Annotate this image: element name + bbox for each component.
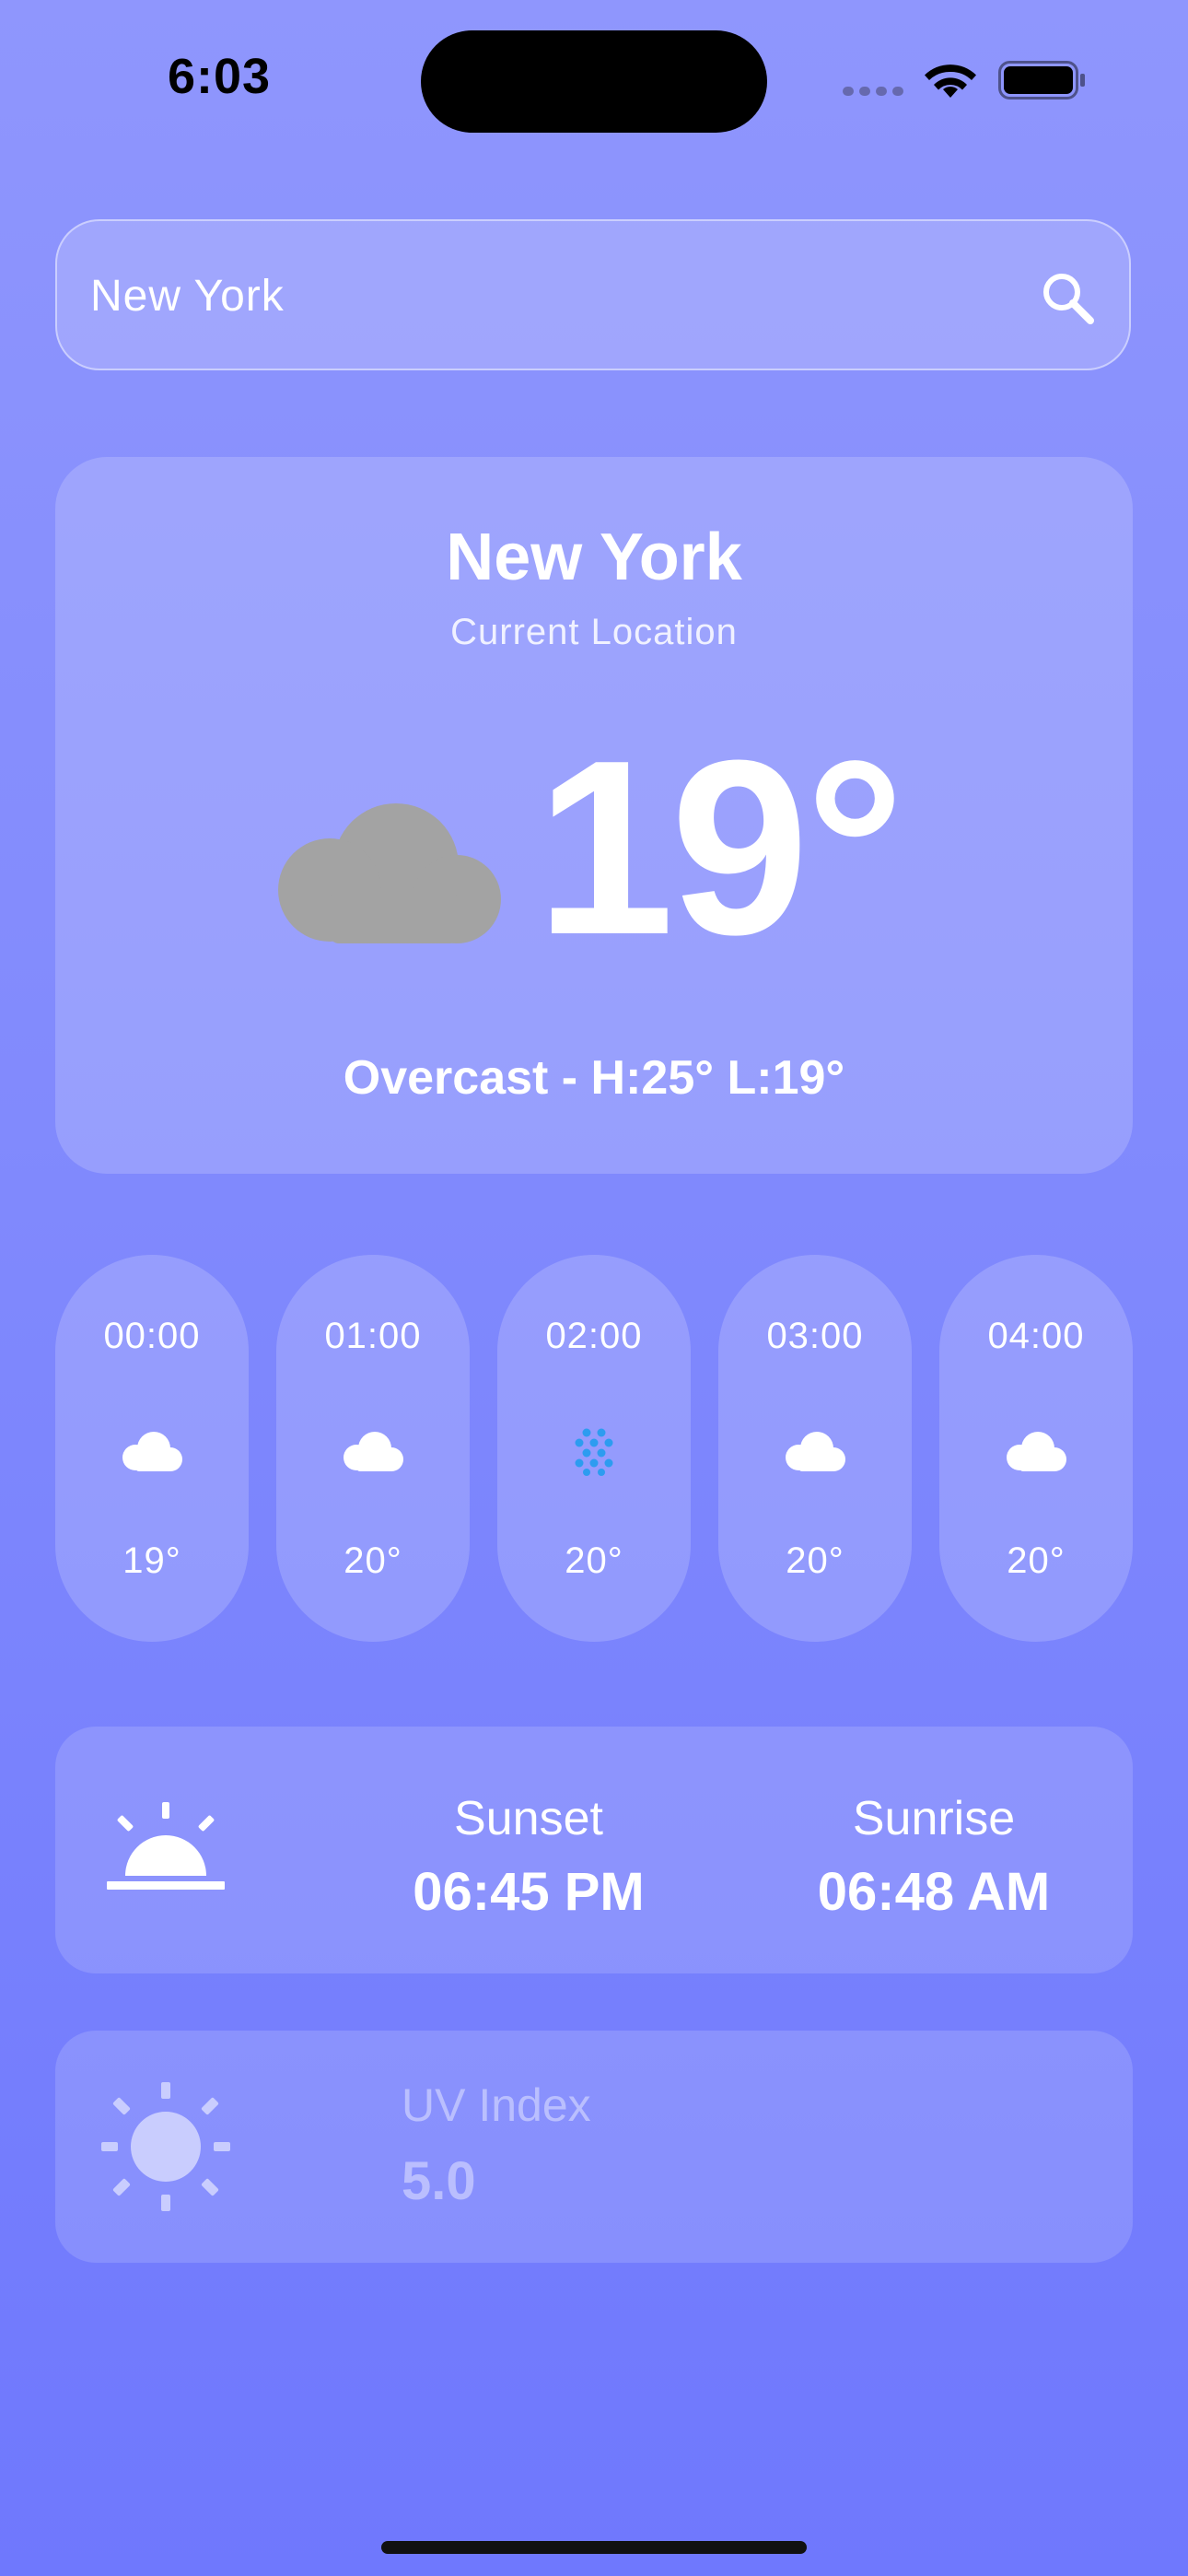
cloud-icon <box>278 803 501 943</box>
current-weather-card: New York Current Location 19° Overcast -… <box>55 457 1133 1174</box>
condition-summary: Overcast - H:25° L:19° <box>343 1051 845 1105</box>
hourly-item[interactable]: 02:00 20° <box>497 1255 691 1642</box>
hour-temperature: 20° <box>565 1540 623 1581</box>
hour-temperature: 20° <box>786 1540 844 1581</box>
location-label: Current Location <box>450 612 738 652</box>
cloud-icon <box>1007 1432 1066 1471</box>
status-bar: 6:03 <box>0 0 1188 157</box>
hour-temperature: 20° <box>1007 1540 1066 1581</box>
sunrise-label: Sunrise <box>852 1792 1016 1845</box>
sunset-time: 06:45 PM <box>413 1862 645 1922</box>
sun-times-card: Sunset 06:45 PM Sunrise 06:48 AM <box>55 1727 1133 1973</box>
sunrise-block: Sunrise 06:48 AM <box>750 1727 1118 1973</box>
uv-index-value: 5.0 <box>402 2151 476 2211</box>
search-icon[interactable] <box>1039 269 1100 330</box>
uv-index-card: UV Index 5.0 <box>55 2031 1133 2263</box>
dynamic-island <box>421 30 767 133</box>
city-name: New York <box>446 521 742 594</box>
hour-time: 01:00 <box>324 1316 422 1356</box>
search-bar[interactable] <box>55 219 1131 370</box>
sunset-label: Sunset <box>454 1792 603 1845</box>
uv-index-label: UV Index <box>402 2079 591 2131</box>
sunrise-time: 06:48 AM <box>817 1862 1051 1922</box>
hourly-forecast[interactable]: 00:00 19° 01:00 20° 02:00 20° 03:00 20° … <box>55 1255 1133 1642</box>
hourly-item[interactable]: 00:00 19° <box>55 1255 249 1642</box>
drizzle-icon <box>575 1428 613 1476</box>
hourly-item[interactable]: 03:00 20° <box>718 1255 912 1642</box>
hour-temperature: 19° <box>122 1540 181 1581</box>
sun-icon <box>101 2082 230 2211</box>
home-indicator[interactable] <box>381 2541 807 2554</box>
hour-time: 04:00 <box>987 1316 1085 1356</box>
cellular-signal-icon <box>843 87 905 96</box>
hour-time: 02:00 <box>545 1316 643 1356</box>
sunset-block: Sunset 06:45 PM <box>344 1727 713 1973</box>
hourly-item[interactable]: 04:00 20° <box>939 1255 1133 1642</box>
status-time: 6:03 <box>168 49 272 104</box>
search-input[interactable] <box>90 267 1011 324</box>
hour-time: 00:00 <box>103 1316 201 1356</box>
sunrise-icon <box>107 1802 225 1890</box>
cloud-icon <box>786 1432 845 1471</box>
cloud-icon <box>344 1432 403 1471</box>
hour-time: 03:00 <box>766 1316 864 1356</box>
hour-temperature: 20° <box>344 1540 402 1581</box>
cloud-icon <box>122 1432 182 1471</box>
battery-icon <box>998 61 1085 100</box>
wifi-icon <box>925 64 976 98</box>
current-temperature: 19° <box>536 709 904 987</box>
hourly-item[interactable]: 01:00 20° <box>276 1255 470 1642</box>
